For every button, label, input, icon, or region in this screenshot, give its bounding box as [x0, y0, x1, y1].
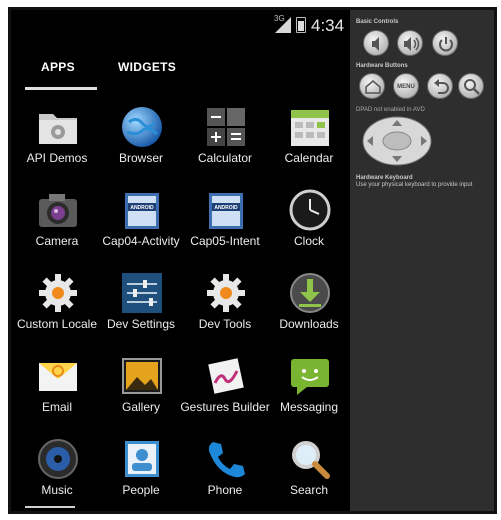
calculator-icon — [207, 108, 245, 146]
app-label: Search — [289, 483, 329, 497]
status-time: 4:34 — [311, 16, 345, 35]
android-book-icon: ANDROID — [209, 193, 243, 229]
emulator-window: 3G 4:34 APPS WIDGETS API Demos Browser C… — [8, 7, 497, 514]
app-label: Clock — [293, 234, 324, 248]
app-label: Messaging — [279, 400, 339, 414]
app-camera[interactable]: Camera — [15, 183, 99, 263]
app-label: Custom Locale — [16, 317, 98, 331]
app-dev-settings[interactable]: Dev Settings — [99, 266, 183, 346]
app-messaging[interactable]: Messaging — [267, 349, 350, 429]
app-label: API Demos — [26, 151, 88, 165]
tab-apps[interactable]: APPS — [41, 60, 75, 74]
camera-icon — [39, 194, 77, 227]
messaging-icon — [291, 359, 329, 395]
app-label: Calculator — [197, 151, 253, 165]
signal-icon — [275, 17, 291, 33]
gestures-icon — [208, 358, 244, 394]
back-button[interactable] — [427, 73, 453, 99]
app-grid: API Demos Browser Calculator Calendar Ca… — [11, 90, 350, 500]
app-music[interactable]: Music — [15, 432, 99, 511]
clock-icon — [289, 189, 331, 231]
app-label: Phone — [207, 483, 243, 497]
app-drawer-tabs: APPS WIDGETS — [11, 40, 350, 90]
app-label: Cap04-Activity — [102, 234, 180, 248]
app-label: Dev Settings — [106, 317, 176, 331]
app-calculator[interactable]: Calculator — [183, 100, 267, 180]
app-downloads[interactable]: Downloads — [267, 266, 350, 346]
volume-up-icon — [404, 37, 420, 51]
android-book-icon: ANDROID — [125, 193, 159, 229]
volume-down-button[interactable] — [363, 30, 389, 56]
gallery-icon — [122, 358, 162, 394]
app-label: Camera — [35, 234, 79, 248]
app-dev-tools[interactable]: Dev Tools — [183, 266, 267, 346]
basic-controls-title: Basic Controls — [356, 19, 399, 25]
contacts-icon — [125, 441, 159, 477]
app-gallery[interactable]: Gallery — [99, 349, 183, 429]
app-phone[interactable]: Phone — [183, 432, 267, 511]
app-label: Dev Tools — [198, 317, 252, 331]
app-email[interactable]: Email — [15, 349, 99, 429]
status-bar: 3G 4:34 — [11, 10, 350, 40]
app-api-demos[interactable]: API Demos — [15, 100, 99, 180]
speaker-icon — [38, 439, 78, 479]
sliders-icon — [122, 273, 162, 313]
download-icon — [290, 273, 330, 313]
phone-icon — [208, 442, 245, 478]
app-browser[interactable]: Browser — [99, 100, 183, 180]
app-label: Browser — [118, 151, 163, 165]
app-label: Cap05-Intent — [190, 234, 260, 248]
emulator-controls-panel: Basic Controls Hardware Buttons MENU DPA… — [350, 10, 494, 511]
app-calendar[interactable]: Calendar — [267, 100, 350, 180]
home-button[interactable] — [359, 73, 385, 99]
phone-screen: 3G 4:34 APPS WIDGETS API Demos Browser C… — [11, 10, 350, 511]
power-icon — [439, 37, 453, 52]
tab-widgets[interactable]: WIDGETS — [118, 60, 176, 74]
api-demos-folder-icon — [39, 114, 77, 144]
battery-icon — [296, 17, 306, 33]
svg-text:ANDROID: ANDROID — [130, 205, 154, 211]
app-gestures-builder[interactable]: Gestures Builder — [180, 349, 270, 429]
search-button[interactable] — [458, 73, 484, 99]
app-label: Gallery — [121, 400, 160, 414]
menu-button[interactable]: MENU — [393, 73, 419, 99]
app-search[interactable]: Search — [267, 432, 350, 511]
app-custom-locale[interactable]: Custom Locale — [15, 266, 99, 346]
search-icon — [464, 79, 480, 95]
app-people[interactable]: People — [99, 432, 183, 511]
calendar-icon — [291, 110, 329, 146]
app-label: People — [122, 483, 160, 497]
hardware-keyboard-note: Use your physical keyboard to provide in… — [356, 182, 473, 188]
dpad-note: DPAD not enabled in AVD — [356, 107, 425, 113]
gear-icon — [39, 274, 77, 312]
dpad-control[interactable] — [362, 116, 432, 166]
back-icon — [434, 79, 449, 94]
globe-icon — [122, 107, 162, 147]
app-label: Gestures Builder — [180, 400, 270, 414]
hardware-keyboard-title: Hardware Keyboard — [356, 175, 413, 181]
app-cap04-activity[interactable]: ANDROID Cap04-Activity — [99, 183, 183, 263]
svg-text:ANDROID: ANDROID — [214, 205, 238, 211]
app-cap05-intent[interactable]: ANDROID Cap05-Intent — [183, 183, 267, 263]
home-icon — [365, 80, 381, 94]
magnifier-icon — [292, 441, 330, 479]
volume-up-button[interactable] — [397, 30, 423, 56]
app-label: Music — [41, 483, 73, 497]
app-label: Calendar — [284, 151, 334, 165]
app-clock[interactable]: Clock — [267, 183, 350, 263]
page-indicator — [25, 506, 75, 508]
app-label: Email — [41, 400, 72, 414]
hardware-buttons-title: Hardware Buttons — [356, 63, 408, 69]
volume-down-icon — [372, 37, 379, 51]
power-button[interactable] — [432, 30, 458, 56]
app-label: Downloads — [279, 317, 339, 331]
email-icon — [39, 363, 77, 391]
gear-icon — [207, 274, 245, 312]
